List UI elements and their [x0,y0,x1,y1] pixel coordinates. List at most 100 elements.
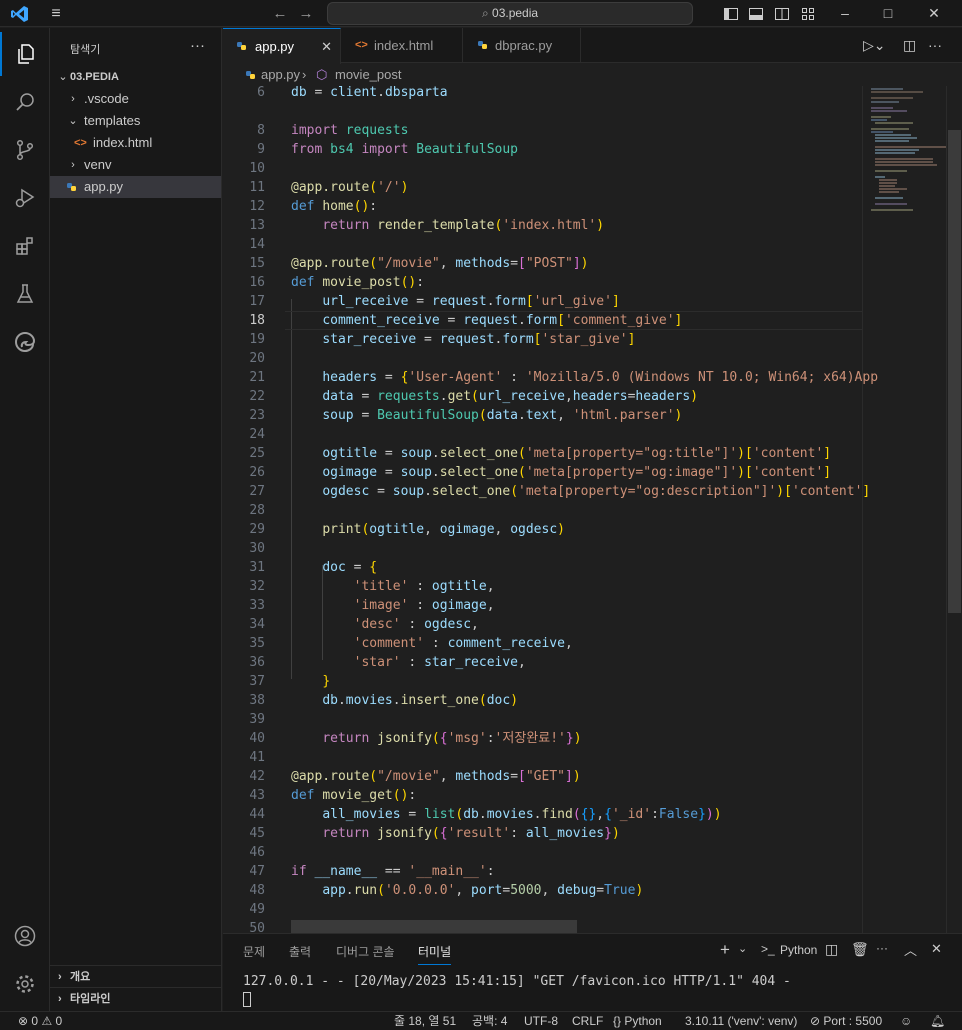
split-editor-icon[interactable]: ◫ [903,28,916,63]
bottom-panel: 문제 출력 디버그 콘솔 터미널 + ⌄ >_ Python ◫ 🗑 ··· ︿… [223,933,962,1014]
code-line: 43 def movie_get(): [249,788,417,803]
terminal-icon: >_ [761,942,775,956]
title-bar: ≡ ← → ⌕ 03.pedia – □ ✕ [0,0,962,27]
forward-arrow-icon[interactable]: → [296,4,316,24]
code-line: 16 def movie_post(): [249,275,425,290]
code-line: 34 'desc' : ogdesc, [249,617,479,632]
html-file-icon: <> [74,137,87,149]
code-line: 12 def home(): [249,199,378,214]
horizontal-scrollbar[interactable] [291,920,577,933]
vscode-logo-icon[interactable] [10,4,30,24]
line-ending[interactable]: CRLF [572,1012,603,1030]
more-actions-icon[interactable]: ··· [190,37,205,54]
python-file-icon [66,176,78,205]
code-line: 40 return jsonify({'msg':'저장완료!'}) [249,731,582,746]
folder-root[interactable]: ⌄ 03.PEDIA [50,66,221,88]
activity-bar [0,28,50,1014]
timeline-label: 타임라인 [70,993,111,1005]
tab-index-html[interactable]: <> index.html [341,28,463,63]
html-file-icon: <> [355,39,368,51]
run-debug-icon[interactable] [0,176,50,220]
toggle-sidebar-icon[interactable] [721,4,741,24]
breadcrumb-symbol[interactable]: movie_post [335,64,401,86]
testing-flask-icon[interactable] [0,272,50,316]
extensions-icon[interactable] [0,224,50,268]
back-arrow-icon[interactable]: ← [270,4,290,24]
cursor-position[interactable]: 줄 18, 열 51 [394,1012,456,1030]
explorer-icon[interactable] [0,32,50,76]
chevron-down-icon[interactable]: ⌄ [738,942,747,955]
tab-debug-console[interactable]: 디버그 콘솔 [336,943,395,960]
code-line: 27 ogdesc = soup.select_one('meta[proper… [249,484,871,499]
close-panel-icon[interactable]: ✕ [931,941,942,957]
edge-browser-icon[interactable] [0,320,50,364]
tab-label: index.html [374,38,434,53]
toggle-panel-icon[interactable] [746,4,766,24]
maximize-panel-icon[interactable]: ︿ [904,940,917,959]
feedback-icon[interactable]: ☺ [900,1012,912,1030]
run-file-icon[interactable]: ▷⌄ [863,28,886,63]
settings-gear-icon[interactable] [0,962,50,1006]
braces-icon: {} [613,1014,622,1028]
menu-icon[interactable]: ≡ [46,4,66,24]
code-line: 24 [249,427,265,442]
account-icon[interactable] [0,914,50,958]
python-interpreter[interactable]: 3.10.11 ('venv': venv) [685,1012,797,1030]
terminal-name[interactable]: Python [780,943,817,957]
indentation[interactable]: 공백: 4 [472,1012,507,1030]
search-icon[interactable] [0,80,50,124]
tab-label: dbprac.py [495,38,553,53]
tab-problems[interactable]: 문제 [243,943,265,960]
file-index-html[interactable]: <> index.html [50,132,221,154]
minimap[interactable] [862,86,947,933]
trash-icon[interactable]: 🗑 [851,941,869,958]
folder-templates[interactable]: ⌄ templates [50,110,221,132]
close-button[interactable]: ✕ [914,2,954,25]
new-terminal-plus-icon[interactable]: + [720,940,730,960]
language-mode[interactable]: {} Python [613,1012,662,1030]
code-line: 25 ogtitle = soup.select_one('meta[prope… [249,446,832,461]
live-server-port[interactable]: ⊘ Port : 5500 [810,1012,882,1030]
folder-vscode[interactable]: › .vscode [50,88,221,110]
tab-output[interactable]: 출력 [289,943,311,960]
split-terminal-icon[interactable]: ◫ [825,941,838,958]
code-line: 33 'image' : ogimage, [249,598,495,613]
code-line: 31 doc = { [249,560,378,575]
file-label: app.py [84,179,124,194]
code-line: 38 db.movies.insert_one(doc) [249,693,519,708]
code-line: 10 [249,161,265,176]
command-center-search[interactable]: ⌕ 03.pedia [327,2,693,25]
sidebar-title: 탐색기 [70,44,101,56]
problems-indicator[interactable]: ⊗ 0 ⚠ 0 [18,1012,62,1030]
port-label: Port : 5500 [823,1014,883,1028]
maximize-button[interactable]: □ [868,2,908,25]
code-line-current: 18 comment_receive = request.form['comme… [223,311,863,330]
vertical-scrollbar[interactable] [946,86,961,933]
root-folder-label: 03.PEDIA [70,71,119,83]
timeline-section[interactable]: › 타임라인 [50,987,221,1009]
more-actions-icon[interactable]: ··· [876,941,888,955]
tab-app-py[interactable]: app.py ✕ [223,28,341,64]
minimize-button[interactable]: – [825,2,865,25]
toggle-secondary-sidebar-icon[interactable] [772,4,792,24]
file-app-py[interactable]: app.py [50,176,221,198]
code-editor[interactable]: 6 db = client.dbsparta 8 import requests 9… [223,86,962,933]
folder-venv[interactable]: › venv [50,154,221,176]
code-line: 23 soup = BeautifulSoup(data.text, 'html… [249,408,683,423]
scrollbar-thumb[interactable] [948,130,961,613]
code-line: 39 [249,712,265,727]
outline-section[interactable]: › 개요 [50,965,221,987]
more-actions-icon[interactable]: ··· [928,28,942,63]
search-icon: ⌕ [481,6,489,20]
tab-terminal[interactable]: 터미널 [418,943,452,965]
close-icon[interactable]: ✕ [321,29,332,64]
notifications-bell-icon[interactable]: 🔔︎ [930,1012,945,1030]
code-line: 15 @app.route("/movie", methods=["POST"]) [249,256,589,271]
code-line: 49 [249,902,265,917]
tab-dbprac-py[interactable]: dbprac.py [463,28,581,63]
chevron-right-icon: › [71,93,75,105]
source-control-icon[interactable] [0,128,50,172]
encoding[interactable]: UTF-8 [524,1012,558,1030]
customize-layout-icon[interactable] [798,4,818,24]
breadcrumb-file[interactable]: app.py [261,64,300,86]
